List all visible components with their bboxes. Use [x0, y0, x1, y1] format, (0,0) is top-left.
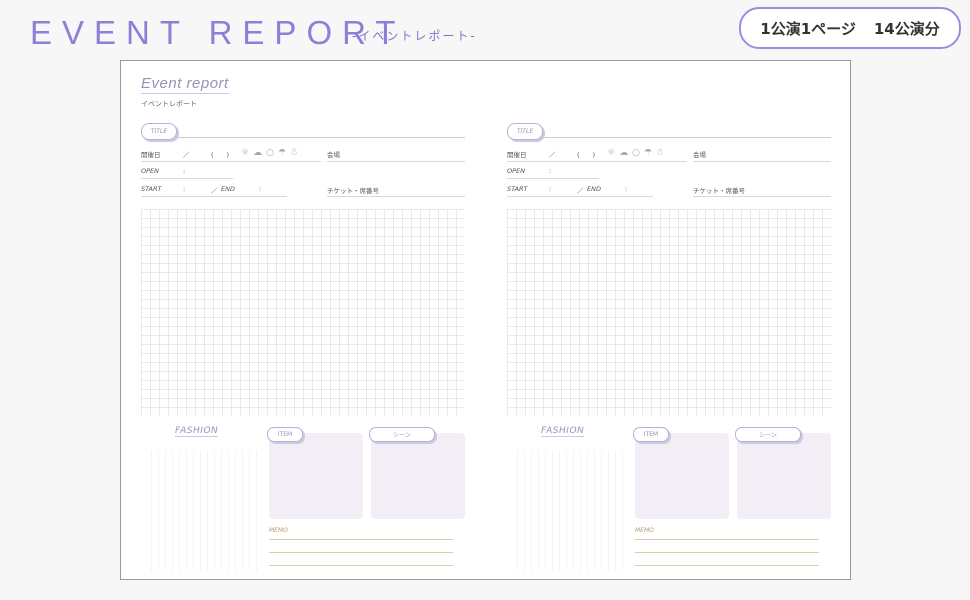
- memo-line: [269, 539, 453, 540]
- time-line: [507, 196, 653, 197]
- promo-badge-right: 14公演分: [873, 19, 940, 38]
- end-colon: :: [625, 185, 628, 193]
- date-weekday: ( ): [577, 151, 596, 159]
- memo-line: [269, 565, 453, 566]
- fashion-label: FASHION: [175, 426, 219, 437]
- item-tag: ITEM: [267, 427, 303, 442]
- venue-line: [327, 161, 465, 162]
- title-tag: TITLE: [507, 123, 543, 140]
- item-box: [269, 433, 363, 519]
- date-label: 開催日: [507, 151, 527, 159]
- title-line: [177, 137, 465, 138]
- date-slash: ／: [549, 151, 556, 159]
- snowman-icon: ☃: [290, 148, 299, 158]
- sun-icon: ☼: [607, 148, 616, 158]
- cloud-sun-icon: ☁: [619, 148, 629, 158]
- venue-label: 会場: [693, 151, 706, 159]
- start-label: START: [507, 185, 528, 193]
- date-line: [507, 161, 687, 162]
- scene-tag: シーン: [369, 427, 435, 442]
- memo-line: [635, 552, 819, 553]
- notes-grid: [507, 209, 831, 415]
- cloud-icon: ○: [266, 148, 274, 158]
- ticket-line: [327, 196, 465, 197]
- weather-icons: ☼ ☁ ○ ☂ ☃: [607, 148, 664, 158]
- open-line: [507, 178, 599, 179]
- memo-label: MEMO: [269, 527, 288, 534]
- date-weekday: ( ): [211, 151, 230, 159]
- fashion-figure-area: [517, 451, 627, 571]
- fashion-label: FASHION: [541, 426, 585, 437]
- umbrella-icon: ☂: [277, 148, 287, 158]
- venue-line: [693, 161, 831, 162]
- start-colon: :: [183, 185, 186, 193]
- report-spread: Event report イベントレポート TITLE 開催日 ／ ( ) ☼ …: [120, 60, 851, 580]
- notes-grid: [141, 209, 465, 415]
- end-colon: :: [259, 185, 262, 193]
- report-page-left: TITLE 開催日 ／ ( ) ☼ ☁ ○ ☂ ☃ 会場 OPEN : STAR…: [141, 61, 471, 577]
- ticket-label: チケット・席番号: [693, 187, 745, 195]
- umbrella-icon: ☂: [643, 148, 653, 158]
- date-line: [141, 161, 321, 162]
- start-label: START: [141, 185, 162, 193]
- memo-line: [635, 539, 819, 540]
- open-colon: :: [549, 167, 552, 175]
- scene-tag: シーン: [735, 427, 801, 442]
- ticket-line: [693, 196, 831, 197]
- memo-line: [635, 565, 819, 566]
- venue-label: 会場: [327, 151, 340, 159]
- open-label: OPEN: [141, 167, 160, 175]
- title-tag: TITLE: [141, 123, 177, 140]
- ticket-label: チケット・席番号: [327, 187, 379, 195]
- title-line: [543, 137, 831, 138]
- memo-line: [269, 552, 453, 553]
- start-colon: :: [549, 185, 552, 193]
- weather-icons: ☼ ☁ ○ ☂ ☃: [241, 148, 298, 158]
- end-label: END: [221, 185, 235, 193]
- sun-icon: ☼: [241, 148, 250, 158]
- time-slash: ／: [211, 187, 218, 195]
- time-slash: ／: [577, 187, 584, 195]
- scene-box: [737, 433, 831, 519]
- fashion-figure-area: [151, 451, 261, 571]
- header-title: EVENT REPORT: [30, 14, 406, 51]
- scene-box: [371, 433, 465, 519]
- report-page-right: TITLE 開催日 ／ ( ) ☼ ☁ ○ ☂ ☃ 会場 OPEN : STAR…: [507, 61, 837, 577]
- open-colon: :: [183, 167, 186, 175]
- item-box: [635, 433, 729, 519]
- promo-badge-left: 1公演1ページ: [760, 19, 856, 38]
- item-tag: ITEM: [633, 427, 669, 442]
- cloud-icon: ○: [632, 148, 640, 158]
- date-slash: ／: [183, 151, 190, 159]
- memo-label: MEMO: [635, 527, 654, 534]
- promo-badge: 1公演1ページ 14公演分: [739, 7, 961, 49]
- time-line: [141, 196, 287, 197]
- open-label: OPEN: [507, 167, 526, 175]
- header-subtitle: -イベントレポート-: [352, 29, 477, 43]
- open-line: [141, 178, 233, 179]
- date-label: 開催日: [141, 151, 161, 159]
- end-label: END: [587, 185, 601, 193]
- cloud-sun-icon: ☁: [253, 148, 263, 158]
- snowman-icon: ☃: [656, 148, 665, 158]
